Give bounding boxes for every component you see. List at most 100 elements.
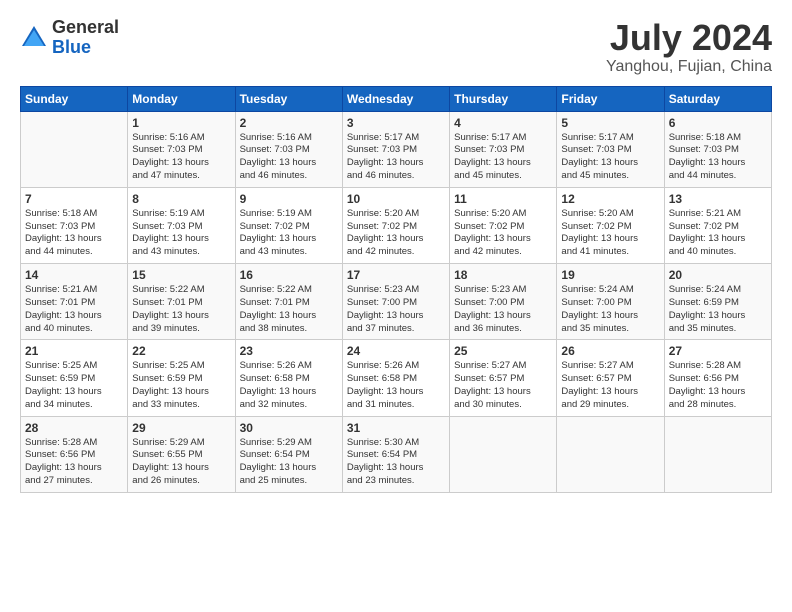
day-info: Sunrise: 5:30 AMSunset: 6:54 PMDaylight:… xyxy=(347,437,445,488)
day-info: Sunrise: 5:20 AMSunset: 7:02 PMDaylight:… xyxy=(561,208,659,259)
day-number: 3 xyxy=(347,116,445,130)
day-number: 17 xyxy=(347,268,445,282)
logo-icon xyxy=(20,24,48,52)
day-info: Sunrise: 5:20 AMSunset: 7:02 PMDaylight:… xyxy=(454,208,552,259)
day-cell xyxy=(21,111,128,187)
day-cell: 28 Sunrise: 5:28 AMSunset: 6:56 PMDayligh… xyxy=(21,416,128,492)
day-number: 18 xyxy=(454,268,552,282)
day-number: 15 xyxy=(132,268,230,282)
day-number: 28 xyxy=(25,421,123,435)
day-cell xyxy=(557,416,664,492)
day-info: Sunrise: 5:19 AMSunset: 7:02 PMDaylight:… xyxy=(240,208,338,259)
day-info: Sunrise: 5:18 AMSunset: 7:03 PMDaylight:… xyxy=(669,132,767,183)
day-cell: 24 Sunrise: 5:26 AMSunset: 6:58 PMDayligh… xyxy=(342,340,449,416)
logo-general: General xyxy=(52,18,119,38)
day-info: Sunrise: 5:26 AMSunset: 6:58 PMDaylight:… xyxy=(240,360,338,411)
day-cell: 8Sunrise: 5:19 AMSunset: 7:03 PMDaylight… xyxy=(128,187,235,263)
day-cell: 10 Sunrise: 5:20 AMSunset: 7:02 PMDayligh… xyxy=(342,187,449,263)
day-info: Sunrise: 5:21 AMSunset: 7:01 PMDaylight:… xyxy=(25,284,123,335)
day-number: 1 xyxy=(132,116,230,130)
day-number: 10 xyxy=(347,192,445,206)
header-sunday: Sunday xyxy=(21,86,128,111)
day-info: Sunrise: 5:18 AMSunset: 7:03 PMDaylight:… xyxy=(25,208,123,259)
day-cell: 23 Sunrise: 5:26 AMSunset: 6:58 PMDayligh… xyxy=(235,340,342,416)
title-block: July 2024 Yanghou, Fujian, China xyxy=(606,18,772,76)
day-number: 25 xyxy=(454,344,552,358)
calendar: SundayMondayTuesdayWednesdayThursdayFrid… xyxy=(20,86,772,493)
main-title: July 2024 xyxy=(606,18,772,58)
header: General Blue July 2024 Yanghou, Fujian, … xyxy=(20,18,772,76)
day-number: 31 xyxy=(347,421,445,435)
day-number: 23 xyxy=(240,344,338,358)
day-number: 7 xyxy=(25,192,123,206)
day-number: 27 xyxy=(669,344,767,358)
header-wednesday: Wednesday xyxy=(342,86,449,111)
day-cell: 22Sunrise: 5:25 AMSunset: 6:59 PMDayligh… xyxy=(128,340,235,416)
day-info: Sunrise: 5:29 AMSunset: 6:55 PMDaylight:… xyxy=(132,437,230,488)
day-cell: 29 Sunrise: 5:29 AMSunset: 6:55 PMDayligh… xyxy=(128,416,235,492)
day-info: Sunrise: 5:23 AMSunset: 7:00 PMDaylight:… xyxy=(454,284,552,335)
day-cell: 9 Sunrise: 5:19 AMSunset: 7:02 PMDaylight… xyxy=(235,187,342,263)
day-info: Sunrise: 5:17 AMSunset: 7:03 PMDaylight:… xyxy=(561,132,659,183)
day-info: Sunrise: 5:19 AMSunset: 7:03 PMDaylight:… xyxy=(132,208,230,259)
day-number: 13 xyxy=(669,192,767,206)
day-number: 19 xyxy=(561,268,659,282)
day-cell: 3Sunrise: 5:17 AMSunset: 7:03 PMDaylight… xyxy=(342,111,449,187)
day-info: Sunrise: 5:22 AMSunset: 7:01 PMDaylight:… xyxy=(132,284,230,335)
day-cell: 4 Sunrise: 5:17 AMSunset: 7:03 PMDaylight… xyxy=(450,111,557,187)
day-number: 29 xyxy=(132,421,230,435)
day-info: Sunrise: 5:28 AMSunset: 6:56 PMDaylight:… xyxy=(25,437,123,488)
day-info: Sunrise: 5:25 AMSunset: 6:59 PMDaylight:… xyxy=(25,360,123,411)
day-info: Sunrise: 5:17 AMSunset: 7:03 PMDaylight:… xyxy=(454,132,552,183)
header-friday: Friday xyxy=(557,86,664,111)
day-cell: 5 Sunrise: 5:17 AMSunset: 7:03 PMDaylight… xyxy=(557,111,664,187)
day-cell: 6 Sunrise: 5:18 AMSunset: 7:03 PMDaylight… xyxy=(664,111,771,187)
day-cell: 11 Sunrise: 5:20 AMSunset: 7:02 PMDayligh… xyxy=(450,187,557,263)
week-row-0: 1 Sunrise: 5:16 AMSunset: 7:03 PMDaylight… xyxy=(21,111,772,187)
day-cell: 31 Sunrise: 5:30 AMSunset: 6:54 PMDayligh… xyxy=(342,416,449,492)
day-number: 24 xyxy=(347,344,445,358)
header-thursday: Thursday xyxy=(450,86,557,111)
day-cell: 15 Sunrise: 5:22 AMSunset: 7:01 PMDayligh… xyxy=(128,264,235,340)
day-info: Sunrise: 5:23 AMSunset: 7:00 PMDaylight:… xyxy=(347,284,445,335)
logo: General Blue xyxy=(20,18,119,58)
day-cell: 21 Sunrise: 5:25 AMSunset: 6:59 PMDayligh… xyxy=(21,340,128,416)
calendar-header-row: SundayMondayTuesdayWednesdayThursdayFrid… xyxy=(21,86,772,111)
day-number: 21 xyxy=(25,344,123,358)
day-number: 9 xyxy=(240,192,338,206)
day-number: 14 xyxy=(25,268,123,282)
day-number: 16 xyxy=(240,268,338,282)
day-cell: 26Sunrise: 5:27 AMSunset: 6:57 PMDayligh… xyxy=(557,340,664,416)
header-tuesday: Tuesday xyxy=(235,86,342,111)
week-row-1: 7 Sunrise: 5:18 AMSunset: 7:03 PMDaylight… xyxy=(21,187,772,263)
day-number: 6 xyxy=(669,116,767,130)
logo-text: General Blue xyxy=(52,18,119,58)
day-info: Sunrise: 5:20 AMSunset: 7:02 PMDaylight:… xyxy=(347,208,445,259)
day-info: Sunrise: 5:21 AMSunset: 7:02 PMDaylight:… xyxy=(669,208,767,259)
logo-blue: Blue xyxy=(52,38,119,58)
day-cell: 1Sunrise: 5:16 AMSunset: 7:03 PMDaylight… xyxy=(128,111,235,187)
day-cell: 14 Sunrise: 5:21 AMSunset: 7:01 PMDayligh… xyxy=(21,264,128,340)
day-cell: 25Sunrise: 5:27 AMSunset: 6:57 PMDayligh… xyxy=(450,340,557,416)
day-info: Sunrise: 5:26 AMSunset: 6:58 PMDaylight:… xyxy=(347,360,445,411)
day-number: 12 xyxy=(561,192,659,206)
day-number: 22 xyxy=(132,344,230,358)
day-number: 20 xyxy=(669,268,767,282)
day-cell: 20 Sunrise: 5:24 AMSunset: 6:59 PMDayligh… xyxy=(664,264,771,340)
day-info: Sunrise: 5:24 AMSunset: 6:59 PMDaylight:… xyxy=(669,284,767,335)
day-cell: 17 Sunrise: 5:23 AMSunset: 7:00 PMDayligh… xyxy=(342,264,449,340)
day-cell: 30Sunrise: 5:29 AMSunset: 6:54 PMDayligh… xyxy=(235,416,342,492)
day-number: 5 xyxy=(561,116,659,130)
day-info: Sunrise: 5:22 AMSunset: 7:01 PMDaylight:… xyxy=(240,284,338,335)
header-saturday: Saturday xyxy=(664,86,771,111)
day-info: Sunrise: 5:16 AMSunset: 7:03 PMDaylight:… xyxy=(240,132,338,183)
day-cell: 12 Sunrise: 5:20 AMSunset: 7:02 PMDayligh… xyxy=(557,187,664,263)
day-cell: 7 Sunrise: 5:18 AMSunset: 7:03 PMDaylight… xyxy=(21,187,128,263)
day-number: 11 xyxy=(454,192,552,206)
day-info: Sunrise: 5:24 AMSunset: 7:00 PMDaylight:… xyxy=(561,284,659,335)
day-info: Sunrise: 5:27 AMSunset: 6:57 PMDaylight:… xyxy=(561,360,659,411)
day-number: 4 xyxy=(454,116,552,130)
sub-title: Yanghou, Fujian, China xyxy=(606,58,772,76)
week-row-3: 21 Sunrise: 5:25 AMSunset: 6:59 PMDayligh… xyxy=(21,340,772,416)
day-cell: 2Sunrise: 5:16 AMSunset: 7:03 PMDaylight… xyxy=(235,111,342,187)
